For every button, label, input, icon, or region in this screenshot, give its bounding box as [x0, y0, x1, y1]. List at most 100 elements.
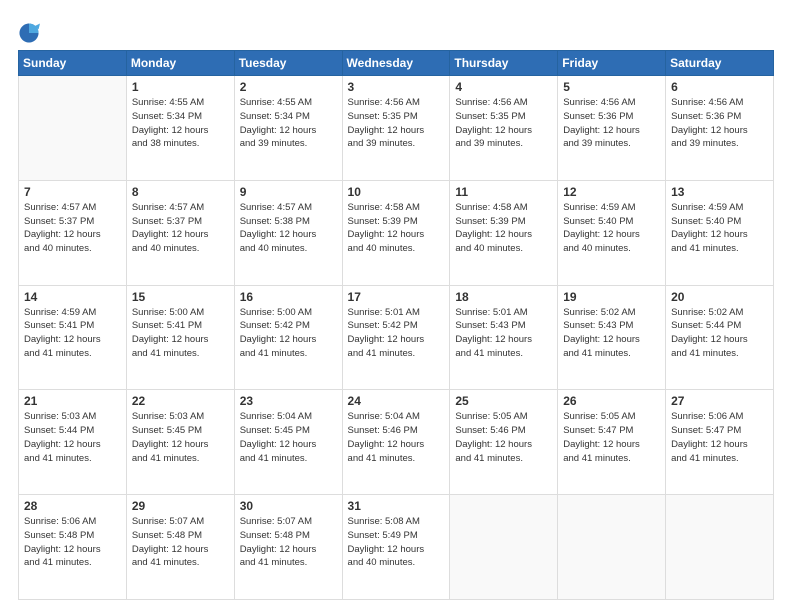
- day-info: Sunrise: 5:02 AM Sunset: 5:43 PM Dayligh…: [563, 306, 660, 361]
- calendar-cell: [450, 495, 558, 600]
- day-number: 15: [132, 290, 229, 304]
- day-number: 29: [132, 499, 229, 513]
- day-number: 11: [455, 185, 552, 199]
- calendar-table: SundayMondayTuesdayWednesdayThursdayFrid…: [18, 50, 774, 600]
- day-number: 20: [671, 290, 768, 304]
- calendar-row: 7 Sunrise: 4:57 AM Sunset: 5:37 PM Daylig…: [19, 180, 774, 285]
- calendar-cell: 6 Sunrise: 4:56 AM Sunset: 5:36 PM Daylig…: [666, 76, 774, 181]
- day-info: Sunrise: 4:59 AM Sunset: 5:40 PM Dayligh…: [671, 201, 768, 256]
- calendar-cell: 12 Sunrise: 4:59 AM Sunset: 5:40 PM Dayli…: [558, 180, 666, 285]
- calendar-cell: 29 Sunrise: 5:07 AM Sunset: 5:48 PM Dayli…: [126, 495, 234, 600]
- calendar-cell: 15 Sunrise: 5:00 AM Sunset: 5:41 PM Dayli…: [126, 285, 234, 390]
- day-number: 24: [348, 394, 445, 408]
- calendar-cell: 19Sunrise: 5:02 AM Sunset: 5:43 PM Dayli…: [558, 285, 666, 390]
- calendar-cell: 30 Sunrise: 5:07 AM Sunset: 5:48 PM Dayli…: [234, 495, 342, 600]
- day-number: 14: [24, 290, 121, 304]
- day-number: 25: [455, 394, 552, 408]
- calendar-cell: 11 Sunrise: 4:58 AM Sunset: 5:39 PM Dayli…: [450, 180, 558, 285]
- day-info: Sunrise: 4:59 AM Sunset: 5:41 PM Dayligh…: [24, 306, 121, 361]
- calendar-row: 21 Sunrise: 5:03 AM Sunset: 5:44 PM Dayli…: [19, 390, 774, 495]
- day-info: Sunrise: 5:04 AM Sunset: 5:46 PM Dayligh…: [348, 410, 445, 465]
- day-info: Sunrise: 5:06 AM Sunset: 5:47 PM Dayligh…: [671, 410, 768, 465]
- day-number: 31: [348, 499, 445, 513]
- day-number: 6: [671, 80, 768, 94]
- day-number: 16: [240, 290, 337, 304]
- calendar-cell: 8 Sunrise: 4:57 AM Sunset: 5:37 PM Daylig…: [126, 180, 234, 285]
- calendar-cell: [558, 495, 666, 600]
- day-info: Sunrise: 4:59 AM Sunset: 5:40 PM Dayligh…: [563, 201, 660, 256]
- calendar-cell: 14 Sunrise: 4:59 AM Sunset: 5:41 PM Dayli…: [19, 285, 127, 390]
- day-header: Monday: [126, 51, 234, 76]
- day-info: Sunrise: 4:57 AM Sunset: 5:37 PM Dayligh…: [132, 201, 229, 256]
- header: [18, 18, 774, 44]
- day-number: 17: [348, 290, 445, 304]
- calendar-row: 14 Sunrise: 4:59 AM Sunset: 5:41 PM Dayli…: [19, 285, 774, 390]
- day-info: Sunrise: 5:01 AM Sunset: 5:42 PM Dayligh…: [348, 306, 445, 361]
- calendar-cell: 17 Sunrise: 5:01 AM Sunset: 5:42 PM Dayli…: [342, 285, 450, 390]
- calendar-cell: 13Sunrise: 4:59 AM Sunset: 5:40 PM Dayli…: [666, 180, 774, 285]
- page: SundayMondayTuesdayWednesdayThursdayFrid…: [0, 0, 792, 612]
- day-header: Wednesday: [342, 51, 450, 76]
- calendar-cell: 31 Sunrise: 5:08 AM Sunset: 5:49 PM Dayli…: [342, 495, 450, 600]
- day-info: Sunrise: 4:55 AM Sunset: 5:34 PM Dayligh…: [132, 96, 229, 151]
- day-header: Sunday: [19, 51, 127, 76]
- day-info: Sunrise: 5:03 AM Sunset: 5:44 PM Dayligh…: [24, 410, 121, 465]
- calendar-row: 28 Sunrise: 5:06 AM Sunset: 5:48 PM Dayli…: [19, 495, 774, 600]
- day-info: Sunrise: 4:56 AM Sunset: 5:36 PM Dayligh…: [563, 96, 660, 151]
- calendar-row: 1 Sunrise: 4:55 AM Sunset: 5:34 PM Daylig…: [19, 76, 774, 181]
- day-info: Sunrise: 4:58 AM Sunset: 5:39 PM Dayligh…: [455, 201, 552, 256]
- day-info: Sunrise: 4:56 AM Sunset: 5:36 PM Dayligh…: [671, 96, 768, 151]
- calendar-cell: [666, 495, 774, 600]
- day-number: 2: [240, 80, 337, 94]
- day-info: Sunrise: 5:05 AM Sunset: 5:47 PM Dayligh…: [563, 410, 660, 465]
- calendar-cell: 4 Sunrise: 4:56 AM Sunset: 5:35 PM Daylig…: [450, 76, 558, 181]
- calendar-cell: 3 Sunrise: 4:56 AM Sunset: 5:35 PM Daylig…: [342, 76, 450, 181]
- day-info: Sunrise: 4:58 AM Sunset: 5:39 PM Dayligh…: [348, 201, 445, 256]
- day-info: Sunrise: 5:03 AM Sunset: 5:45 PM Dayligh…: [132, 410, 229, 465]
- logo-icon: [18, 22, 40, 44]
- calendar-cell: 2Sunrise: 4:55 AM Sunset: 5:34 PM Daylig…: [234, 76, 342, 181]
- day-number: 12: [563, 185, 660, 199]
- day-info: Sunrise: 5:08 AM Sunset: 5:49 PM Dayligh…: [348, 515, 445, 570]
- day-info: Sunrise: 5:07 AM Sunset: 5:48 PM Dayligh…: [240, 515, 337, 570]
- day-number: 3: [348, 80, 445, 94]
- day-number: 8: [132, 185, 229, 199]
- day-info: Sunrise: 5:05 AM Sunset: 5:46 PM Dayligh…: [455, 410, 552, 465]
- day-info: Sunrise: 4:56 AM Sunset: 5:35 PM Dayligh…: [348, 96, 445, 151]
- calendar-cell: 5 Sunrise: 4:56 AM Sunset: 5:36 PM Daylig…: [558, 76, 666, 181]
- day-number: 7: [24, 185, 121, 199]
- calendar-cell: 7 Sunrise: 4:57 AM Sunset: 5:37 PM Daylig…: [19, 180, 127, 285]
- day-info: Sunrise: 5:06 AM Sunset: 5:48 PM Dayligh…: [24, 515, 121, 570]
- day-info: Sunrise: 4:56 AM Sunset: 5:35 PM Dayligh…: [455, 96, 552, 151]
- day-number: 1: [132, 80, 229, 94]
- day-info: Sunrise: 5:00 AM Sunset: 5:41 PM Dayligh…: [132, 306, 229, 361]
- day-info: Sunrise: 4:57 AM Sunset: 5:37 PM Dayligh…: [24, 201, 121, 256]
- day-header: Thursday: [450, 51, 558, 76]
- day-info: Sunrise: 5:01 AM Sunset: 5:43 PM Dayligh…: [455, 306, 552, 361]
- calendar-cell: 9Sunrise: 4:57 AM Sunset: 5:38 PM Daylig…: [234, 180, 342, 285]
- day-info: Sunrise: 5:00 AM Sunset: 5:42 PM Dayligh…: [240, 306, 337, 361]
- day-info: Sunrise: 5:02 AM Sunset: 5:44 PM Dayligh…: [671, 306, 768, 361]
- calendar-cell: 20 Sunrise: 5:02 AM Sunset: 5:44 PM Dayli…: [666, 285, 774, 390]
- calendar-cell: 16 Sunrise: 5:00 AM Sunset: 5:42 PM Dayli…: [234, 285, 342, 390]
- day-info: Sunrise: 5:04 AM Sunset: 5:45 PM Dayligh…: [240, 410, 337, 465]
- calendar-cell: 24 Sunrise: 5:04 AM Sunset: 5:46 PM Dayli…: [342, 390, 450, 495]
- day-number: 30: [240, 499, 337, 513]
- day-header: Saturday: [666, 51, 774, 76]
- day-number: 23: [240, 394, 337, 408]
- day-number: 21: [24, 394, 121, 408]
- day-number: 28: [24, 499, 121, 513]
- calendar-cell: 27Sunrise: 5:06 AM Sunset: 5:47 PM Dayli…: [666, 390, 774, 495]
- calendar-cell: 25 Sunrise: 5:05 AM Sunset: 5:46 PM Dayli…: [450, 390, 558, 495]
- day-number: 26: [563, 394, 660, 408]
- calendar-cell: [19, 76, 127, 181]
- day-number: 10: [348, 185, 445, 199]
- day-header: Tuesday: [234, 51, 342, 76]
- calendar-cell: 22Sunrise: 5:03 AM Sunset: 5:45 PM Dayli…: [126, 390, 234, 495]
- day-number: 4: [455, 80, 552, 94]
- calendar-cell: 28 Sunrise: 5:06 AM Sunset: 5:48 PM Dayli…: [19, 495, 127, 600]
- day-info: Sunrise: 5:07 AM Sunset: 5:48 PM Dayligh…: [132, 515, 229, 570]
- day-number: 5: [563, 80, 660, 94]
- logo: [18, 22, 43, 44]
- calendar-cell: 10 Sunrise: 4:58 AM Sunset: 5:39 PM Dayli…: [342, 180, 450, 285]
